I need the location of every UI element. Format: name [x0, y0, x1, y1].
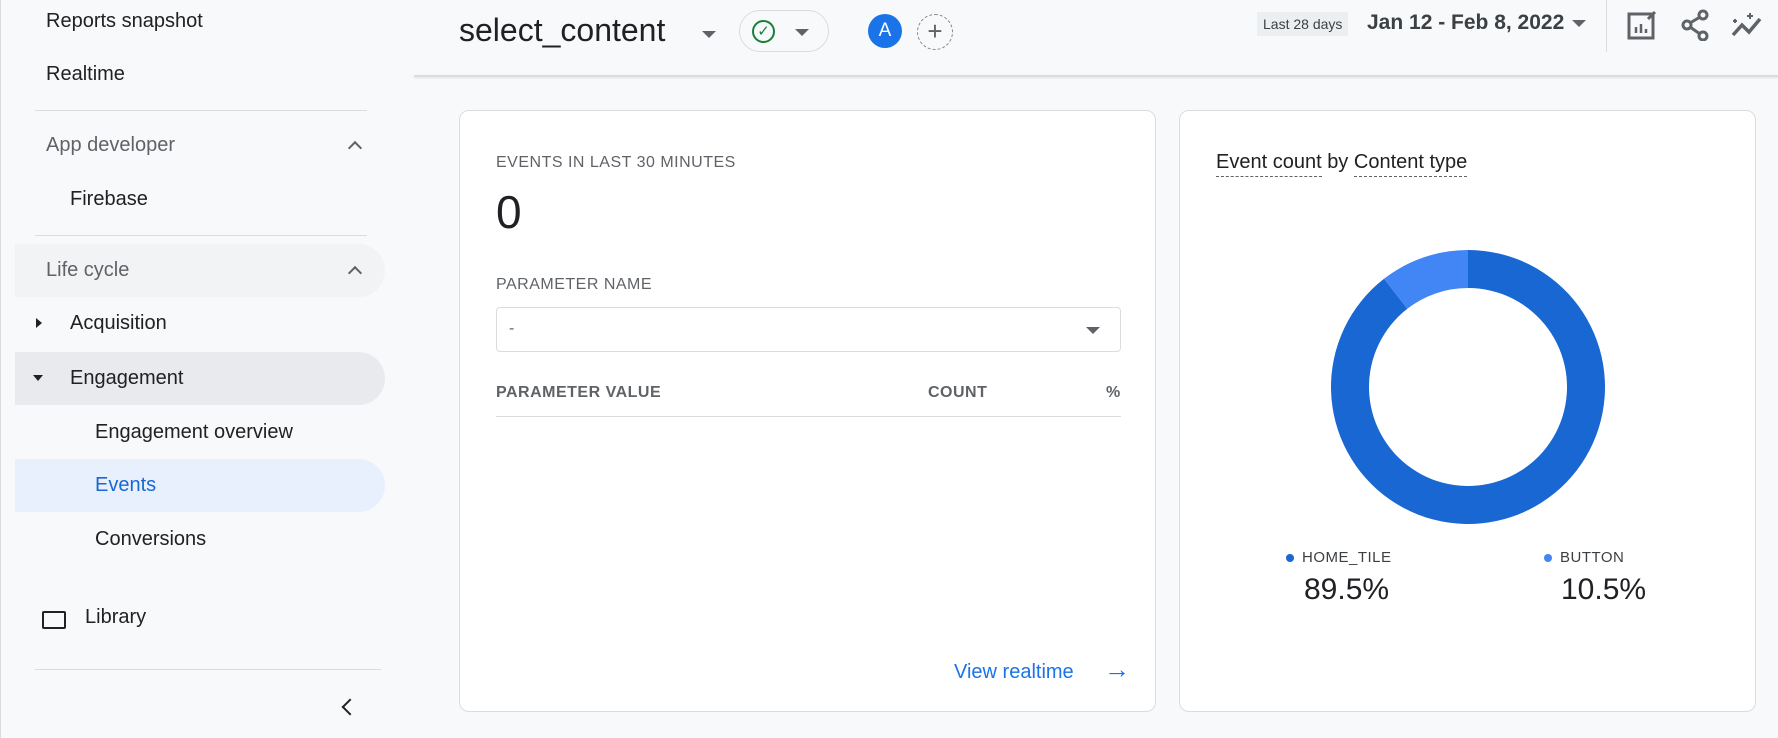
insights-icon[interactable]: [1730, 9, 1764, 41]
table-divider: [496, 416, 1121, 417]
date-chip: Last 28 days: [1257, 12, 1349, 36]
metric-selector[interactable]: Event count: [1216, 151, 1322, 177]
legend-dot-icon: [1286, 553, 1294, 562]
realtime-card: EVENTS IN LAST 30 MINUTES 0 PARAMETER NA…: [459, 110, 1156, 712]
page-title: select_content: [459, 12, 666, 48]
divider: [35, 669, 381, 670]
section-life-cycle-label: Life cycle: [46, 259, 130, 281]
events-value: 0: [496, 186, 522, 238]
divider: [35, 235, 367, 236]
chevron-up-icon[interactable]: [347, 140, 363, 156]
legend-dot-icon: [1544, 553, 1552, 562]
status-dropdown[interactable]: ✓: [739, 10, 829, 52]
share-icon[interactable]: [1680, 9, 1710, 41]
caret-right-icon[interactable]: [36, 318, 42, 328]
legend-value: 10.5%: [1561, 573, 1647, 606]
donut-chart: [1331, 250, 1605, 524]
nav-firebase[interactable]: Firebase: [70, 188, 148, 211]
dimension-selector[interactable]: Content type: [1353, 151, 1468, 177]
nav-conversions[interactable]: Conversions: [95, 528, 206, 551]
sidebar: Reports snapshot Realtime App developer …: [0, 0, 392, 738]
add-comparison-icon[interactable]: +: [917, 14, 953, 50]
date-range[interactable]: Jan 12 - Feb 8, 2022: [1367, 11, 1564, 35]
divider: [1606, 0, 1607, 52]
events-label: EVENTS IN LAST 30 MINUTES: [496, 154, 736, 171]
nav-events-bg[interactable]: [15, 459, 385, 512]
legend-item-button: BUTTON: [1544, 549, 1624, 566]
view-realtime-link[interactable]: View realtime: [954, 661, 1074, 684]
divider: [35, 110, 367, 111]
chart-card: Event count by Content type HOME_TILE 89…: [1179, 110, 1756, 712]
check-circle-icon: ✓: [752, 20, 775, 43]
nav-library[interactable]: Library: [85, 606, 146, 629]
date-dropdown-icon[interactable]: [1572, 20, 1586, 27]
caret-down-icon: [1086, 327, 1100, 334]
folder-icon: [42, 611, 66, 629]
legend-value: 89.5%: [1304, 573, 1390, 606]
caret-down-icon[interactable]: [33, 375, 43, 381]
customize-report-icon[interactable]: [1626, 9, 1658, 41]
title-by: by: [1327, 151, 1349, 173]
avatar[interactable]: A: [868, 14, 902, 48]
col-percent[interactable]: %: [1106, 384, 1121, 402]
nav-events[interactable]: Events: [95, 474, 156, 497]
header-divider: [414, 75, 1778, 77]
parameter-name-value: -: [509, 320, 515, 337]
nav-realtime[interactable]: Realtime: [46, 63, 125, 86]
legend-item-home-tile: HOME_TILE: [1286, 549, 1392, 566]
legend-label: BUTTON: [1560, 549, 1625, 566]
nav-engagement-overview[interactable]: Engagement overview: [95, 421, 293, 444]
nav-engagement[interactable]: Engagement: [70, 367, 183, 390]
legend-label: HOME_TILE: [1302, 549, 1392, 566]
chart-title: Event count by Content type: [1216, 151, 1468, 177]
nav-reports-snapshot[interactable]: Reports snapshot: [46, 10, 203, 33]
title-dropdown-icon[interactable]: [702, 31, 716, 38]
collapse-chevron-icon[interactable]: [341, 698, 359, 716]
arrow-right-icon[interactable]: →: [1104, 654, 1130, 685]
section-app-developer[interactable]: App developer: [46, 134, 175, 157]
parameter-name-label: PARAMETER NAME: [496, 276, 653, 293]
nav-acquisition[interactable]: Acquisition: [70, 312, 167, 335]
caret-down-icon: [795, 29, 809, 36]
parameter-name-select[interactable]: -: [496, 307, 1121, 352]
col-parameter-value[interactable]: PARAMETER VALUE: [496, 384, 661, 402]
donut-slice-home-tile[interactable]: [1331, 250, 1605, 524]
col-count[interactable]: COUNT: [928, 384, 987, 402]
